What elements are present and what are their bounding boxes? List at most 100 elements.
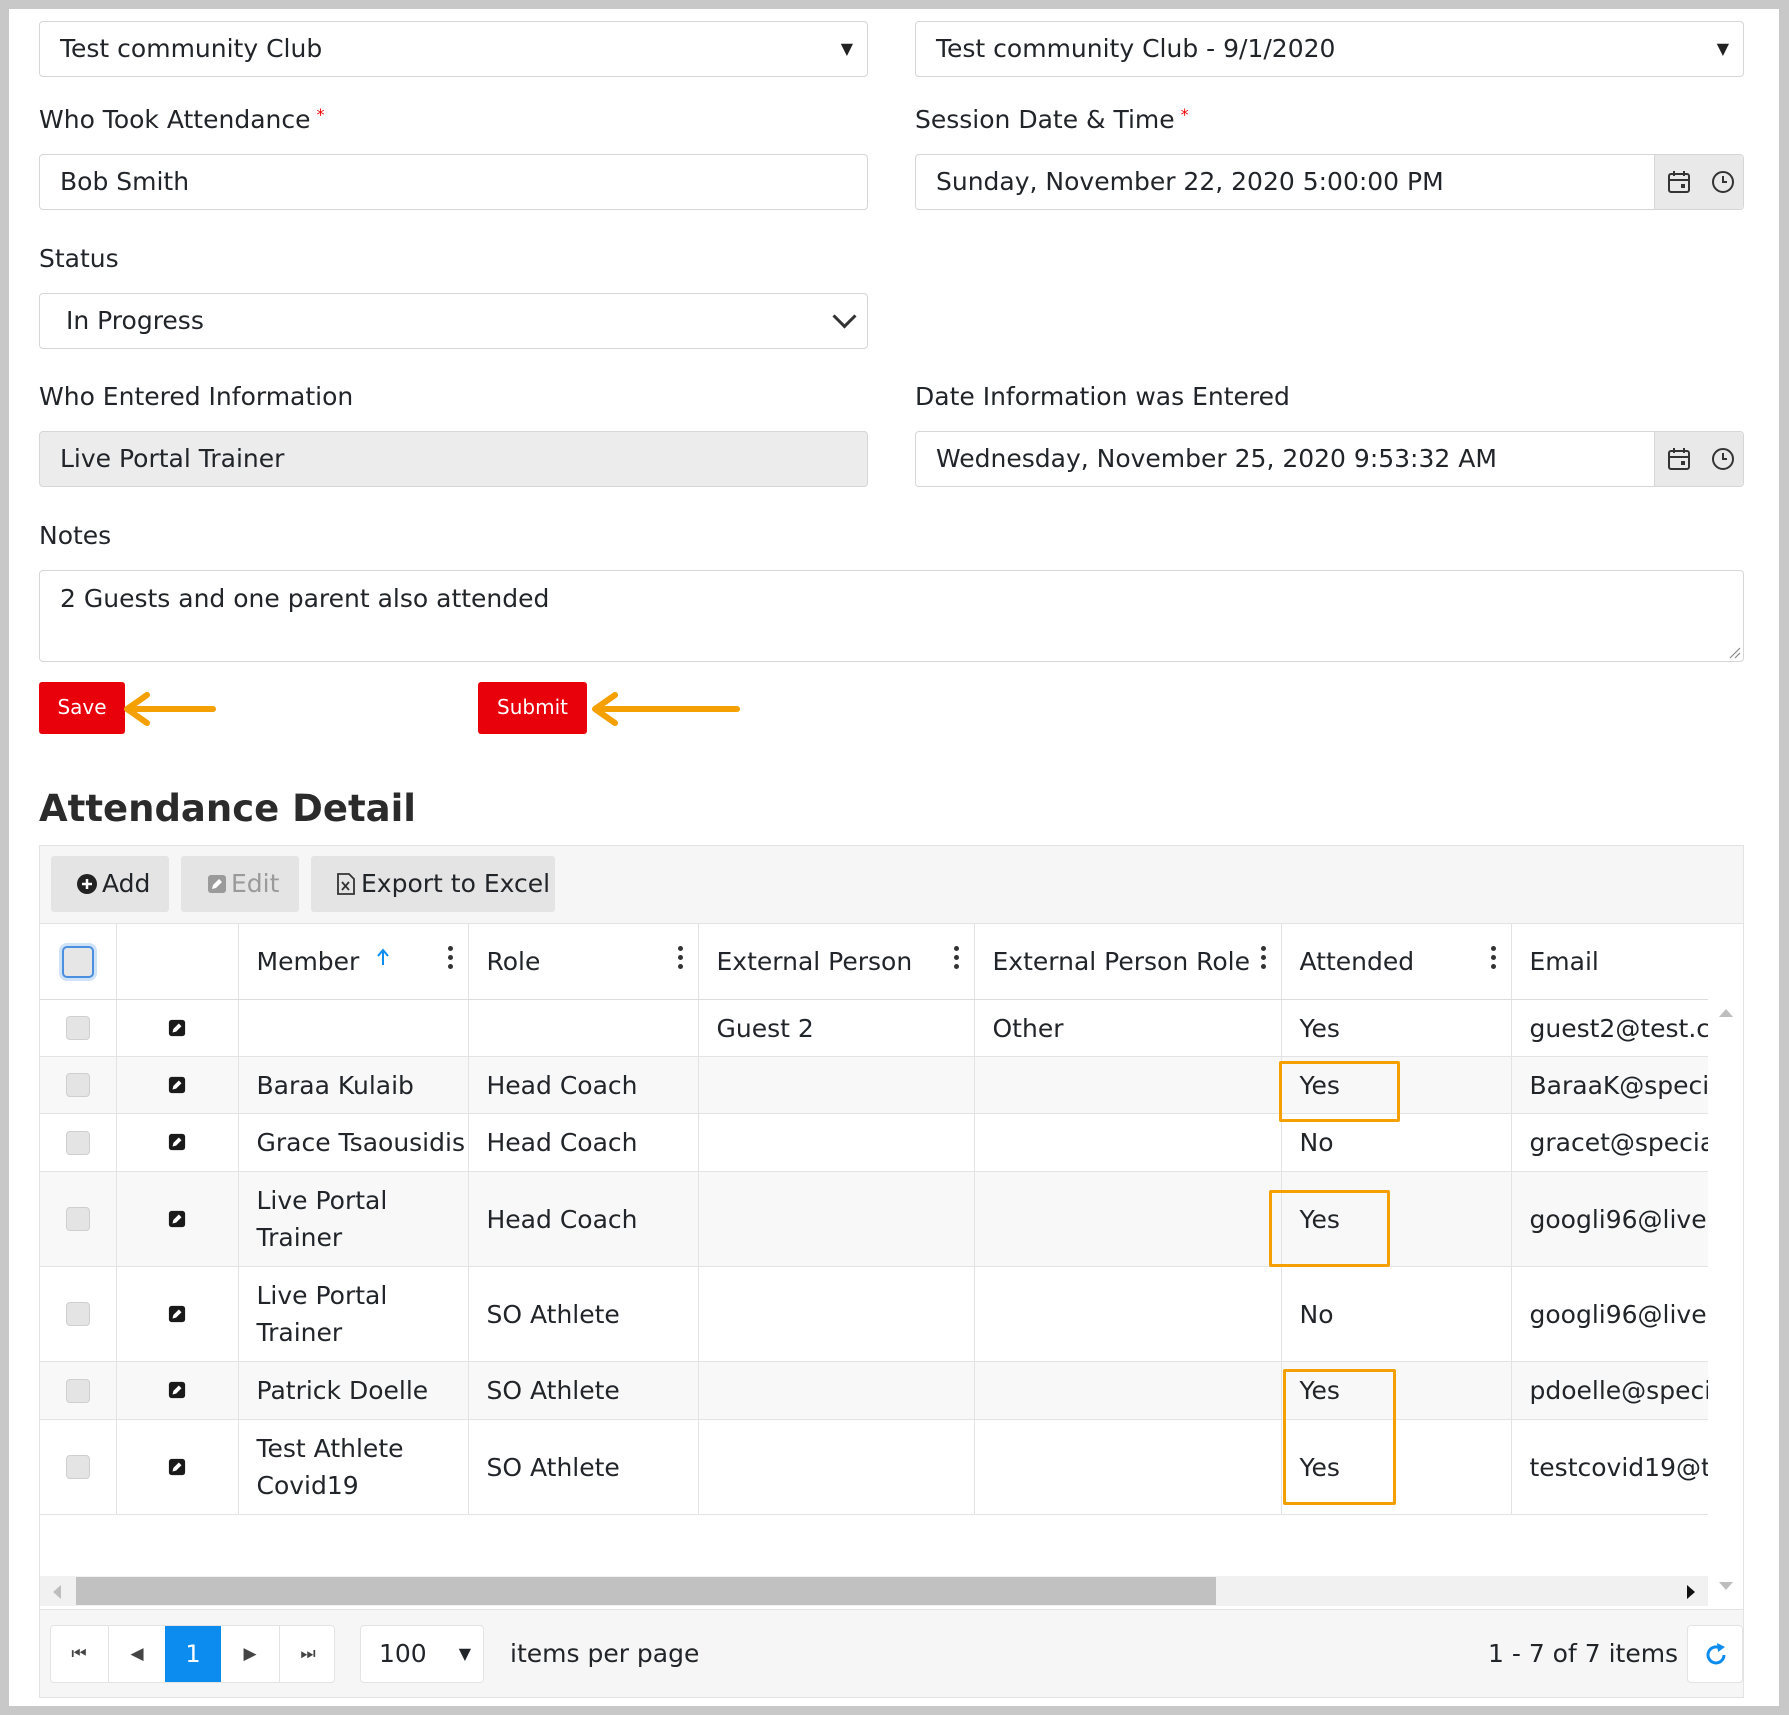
cell-attended: No <box>1281 1113 1512 1172</box>
scroll-down-icon[interactable] <box>1718 1581 1734 1591</box>
table-row[interactable]: Live Portal Trainer SO Athlete No googli… <box>40 1266 1708 1362</box>
who-took-label-text: Who Took Attendance <box>39 105 311 134</box>
table-row[interactable]: Grace Tsaousidis Head Coach No gracet@sp… <box>40 1113 1708 1172</box>
section-title: Attendance Detail <box>39 787 416 830</box>
items-per-page-label: items per page <box>510 1639 700 1668</box>
clock-icon[interactable] <box>1711 447 1735 471</box>
pager-buttons: ⏮ ◀ 1 ▶ ⏭ <box>50 1625 335 1683</box>
notes-textarea[interactable]: 2 Guests and one parent also attended <box>39 570 1744 662</box>
table-row[interactable]: Guest 2 Other Yes guest2@test.ca <box>40 999 1708 1057</box>
table-row[interactable]: Live Portal Trainer Head Coach Yes googl… <box>40 1171 1708 1267</box>
column-header-external-person-role[interactable]: External Person Role <box>974 924 1282 1000</box>
cell-external-person-role <box>974 1056 1282 1114</box>
cell-external-person <box>698 1056 975 1114</box>
edit-icon[interactable] <box>168 1019 186 1037</box>
club-select[interactable]: Test community Club ▼ <box>39 21 868 77</box>
table-row[interactable]: Test Athlete Covid19 SO Athlete Yes test… <box>40 1419 1708 1515</box>
who-took-input[interactable]: Bob Smith <box>39 154 868 210</box>
column-menu-icon[interactable] <box>1490 946 1497 973</box>
date-entered-label: Date Information was Entered <box>915 382 1290 411</box>
row-checkbox[interactable] <box>65 1073 90 1097</box>
cell-external-person <box>698 1171 975 1267</box>
edit-icon[interactable] <box>168 1305 186 1323</box>
cell-external-person: Guest 2 <box>698 999 975 1057</box>
column-header-member[interactable]: Member <box>238 924 469 1000</box>
row-checkbox[interactable] <box>65 1130 90 1155</box>
refresh-button[interactable] <box>1687 1625 1743 1683</box>
who-took-value: Bob Smith <box>60 167 190 196</box>
calendar-icon[interactable] <box>1667 170 1691 194</box>
edit-icon[interactable] <box>168 1458 186 1476</box>
vertical-scrollbar[interactable] <box>1708 1000 1743 1534</box>
row-select-cell <box>40 1361 117 1420</box>
submit-button[interactable]: Submit <box>478 682 587 734</box>
column-menu-icon[interactable] <box>447 946 454 973</box>
annotation-arrow-icon <box>592 692 740 726</box>
column-header-role[interactable]: Role <box>468 924 699 1000</box>
column-header-email[interactable]: Email <box>1511 924 1708 1000</box>
current-page-button[interactable]: 1 <box>165 1626 221 1682</box>
edit-icon[interactable] <box>168 1076 186 1094</box>
row-select-cell <box>40 1056 117 1114</box>
row-checkbox[interactable] <box>65 1455 90 1479</box>
session-date-value: Sunday, November 22, 2020 5:00:00 PM <box>936 167 1444 196</box>
scroll-right-icon[interactable] <box>1686 1584 1696 1600</box>
edit-button[interactable]: Edit <box>181 856 299 912</box>
grid-header-row: Member Role External Person External Per… <box>40 924 1708 1000</box>
horizontal-scrollbar[interactable] <box>40 1576 1708 1606</box>
add-label: Add <box>102 869 151 898</box>
row-checkbox[interactable] <box>65 1302 90 1326</box>
previous-page-icon[interactable]: ◀ <box>108 1626 165 1682</box>
horizontal-scroll-thumb[interactable] <box>76 1577 1216 1605</box>
edit-label: Edit <box>231 869 280 898</box>
session-select[interactable]: Test community Club - 9/1/2020 ▼ <box>915 21 1744 77</box>
cell-external-person-role <box>974 1113 1282 1172</box>
plus-circle-icon <box>77 874 97 894</box>
first-page-icon[interactable]: ⏮ <box>51 1626 107 1682</box>
required-mark: * <box>316 105 325 124</box>
table-row[interactable]: Baraa Kulaib Head Coach Yes BaraaK@speci… <box>40 1056 1708 1114</box>
select-all-checkbox[interactable] <box>61 945 94 978</box>
cell-member: Live Portal Trainer <box>238 1171 469 1267</box>
last-page-icon[interactable]: ⏭ <box>279 1626 336 1682</box>
column-menu-icon[interactable] <box>677 946 684 973</box>
table-row[interactable]: Patrick Doelle SO Athlete Yes pdoelle@sp… <box>40 1361 1708 1420</box>
session-date-label: Session Date & Time * <box>915 105 1189 134</box>
cell-external-person-role <box>974 1361 1282 1420</box>
scroll-up-icon[interactable] <box>1718 1008 1734 1018</box>
edit-icon[interactable] <box>168 1210 186 1228</box>
annotation-arrow-icon <box>124 692 216 726</box>
session-date-label-text: Session Date & Time <box>915 105 1175 134</box>
add-button[interactable]: Add <box>51 856 169 912</box>
datetime-addon <box>1654 432 1743 486</box>
cell-email: googli96@live.c <box>1511 1266 1708 1362</box>
row-checkbox[interactable] <box>65 1207 90 1231</box>
resize-handle-icon[interactable] <box>1727 645 1741 659</box>
row-checkbox[interactable] <box>65 1378 90 1403</box>
pager-summary: 1 - 7 of 7 items <box>1488 1639 1679 1668</box>
column-menu-icon[interactable] <box>953 946 960 973</box>
row-checkbox[interactable] <box>65 1016 90 1040</box>
date-entered-input[interactable]: Wednesday, November 25, 2020 9:53:32 AM <box>915 431 1744 487</box>
next-page-icon[interactable]: ▶ <box>222 1626 278 1682</box>
status-select[interactable]: In Progress <box>39 293 868 349</box>
who-entered-value: Live Portal Trainer <box>60 444 285 473</box>
cell-member: Grace Tsaousidis <box>238 1113 469 1172</box>
session-date-input[interactable]: Sunday, November 22, 2020 5:00:00 PM <box>915 154 1744 210</box>
grid-toolbar: Add Edit Export to Excel <box>39 845 1744 923</box>
edit-icon[interactable] <box>168 1133 186 1151</box>
column-header-attended[interactable]: Attended <box>1281 924 1512 1000</box>
save-button[interactable]: Save <box>39 682 125 734</box>
select-all-cell <box>40 924 117 1000</box>
column-header-external-person[interactable]: External Person <box>698 924 975 1000</box>
page-size-select[interactable]: 100 ▼ <box>360 1625 484 1683</box>
notes-value: 2 Guests and one parent also attended <box>60 584 550 613</box>
clock-icon[interactable] <box>1711 170 1735 194</box>
column-title: External Person <box>716 947 913 976</box>
scroll-left-icon[interactable] <box>52 1584 62 1600</box>
cell-external-person-role <box>974 1266 1282 1362</box>
edit-icon[interactable] <box>168 1381 186 1399</box>
export-excel-button[interactable]: Export to Excel <box>311 856 555 912</box>
calendar-icon[interactable] <box>1667 447 1691 471</box>
column-menu-icon[interactable] <box>1260 946 1267 973</box>
